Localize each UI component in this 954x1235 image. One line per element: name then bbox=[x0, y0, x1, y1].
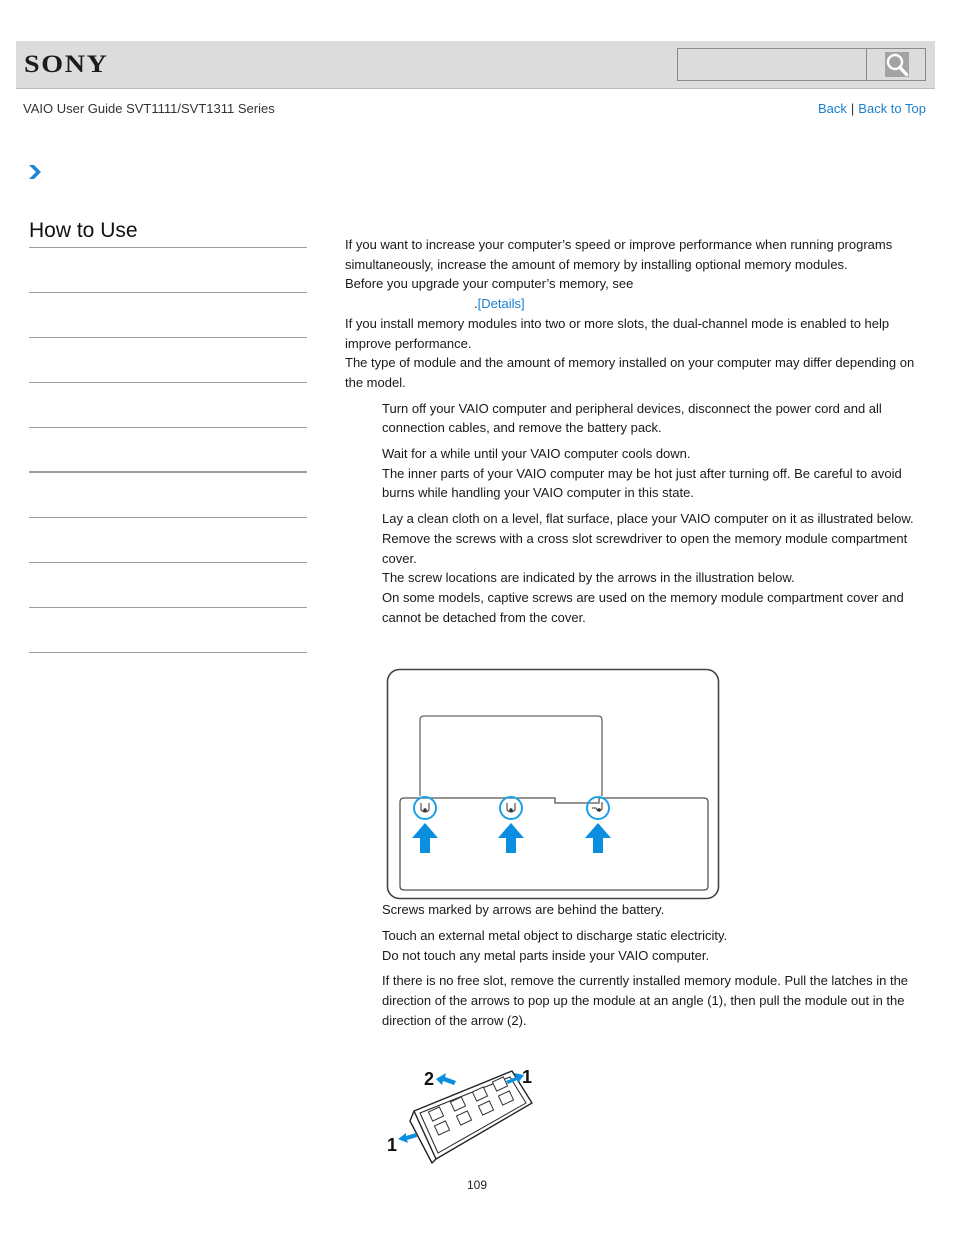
intro-paragraph: If you want to increase your computer’s … bbox=[345, 237, 893, 272]
arrow-pull-out-icon bbox=[436, 1073, 456, 1085]
back-to-top-link[interactable]: Back to Top bbox=[858, 101, 926, 116]
back-link[interactable]: Back bbox=[818, 101, 847, 116]
guide-title: VAIO User Guide SVT1111/SVT1311 Series bbox=[23, 101, 275, 116]
step-note: On some models, captive screws are used … bbox=[382, 589, 904, 625]
search-input[interactable] bbox=[678, 49, 866, 80]
step-note: The screw locations are indicated by the… bbox=[382, 570, 795, 586]
sidebar-item[interactable] bbox=[29, 608, 307, 653]
step-text: Lay a clean cloth on a level, flat surfa… bbox=[382, 511, 914, 566]
sidebar-item[interactable] bbox=[29, 338, 307, 383]
step-text: Touch an external metal object to discha… bbox=[382, 928, 728, 944]
details-line: .[Details] bbox=[345, 294, 925, 314]
computer-outline bbox=[386, 668, 720, 900]
sidebar-item[interactable] bbox=[29, 563, 307, 608]
note-paragraph: The type of module and the amount of mem… bbox=[345, 355, 915, 390]
main-content: If you want to increase your computer’s … bbox=[345, 235, 925, 1031]
step-2: Wait for a while until your VAIO compute… bbox=[345, 444, 925, 503]
breadcrumb-chevron-right-icon[interactable] bbox=[28, 164, 42, 185]
sidebar-item[interactable] bbox=[29, 518, 307, 563]
step-3: Lay a clean cloth on a level, flat surfa… bbox=[345, 509, 925, 627]
step-4: Touch an external metal object to discha… bbox=[345, 926, 925, 965]
sidebar-item[interactable] bbox=[29, 383, 307, 428]
note-paragraph: If you install memory modules into two o… bbox=[345, 315, 890, 351]
figure-screw-locations bbox=[386, 668, 722, 907]
top-links: Back | Back to Top bbox=[818, 101, 926, 116]
step-text: Turn off your VAIO computer and peripher… bbox=[382, 400, 882, 436]
label-pull-out: 2 bbox=[424, 1069, 434, 1089]
search-button[interactable] bbox=[866, 49, 925, 80]
step-note: Do not touch any metal parts inside your… bbox=[382, 947, 710, 963]
step-text: If there is no free slot, remove the cur… bbox=[382, 973, 909, 1028]
step-note: The inner parts of your VAIO computer ma… bbox=[382, 465, 902, 501]
header-bar: SONY bbox=[16, 41, 935, 89]
label-latch-left: 1 bbox=[387, 1135, 397, 1155]
step-text: Wait for a while until your VAIO compute… bbox=[382, 446, 691, 462]
sidebar: How to Use bbox=[29, 219, 307, 653]
arrow-latch-left-icon bbox=[398, 1133, 417, 1143]
page-number: 109 bbox=[466, 1178, 488, 1192]
sidebar-item[interactable] bbox=[29, 248, 307, 293]
step-5: If there is no free slot, remove the cur… bbox=[345, 971, 925, 1030]
sidebar-title: How to Use bbox=[29, 219, 307, 248]
sony-logo[interactable]: SONY bbox=[24, 51, 109, 79]
step-1: Turn off your VAIO computer and peripher… bbox=[345, 399, 925, 438]
sidebar-item[interactable] bbox=[29, 473, 307, 518]
link-separator: | bbox=[850, 101, 855, 116]
sidebar-item[interactable] bbox=[29, 428, 307, 473]
search-icon bbox=[885, 52, 909, 77]
search-box bbox=[677, 48, 926, 81]
details-link[interactable]: [Details] bbox=[478, 296, 525, 311]
sidebar-item[interactable] bbox=[29, 293, 307, 338]
figure-memory-module: 2 1 1 bbox=[384, 1063, 544, 1172]
label-latch-right: 1 bbox=[522, 1067, 532, 1087]
intro-see-text: Before you upgrade your computer’s memor… bbox=[345, 276, 634, 292]
